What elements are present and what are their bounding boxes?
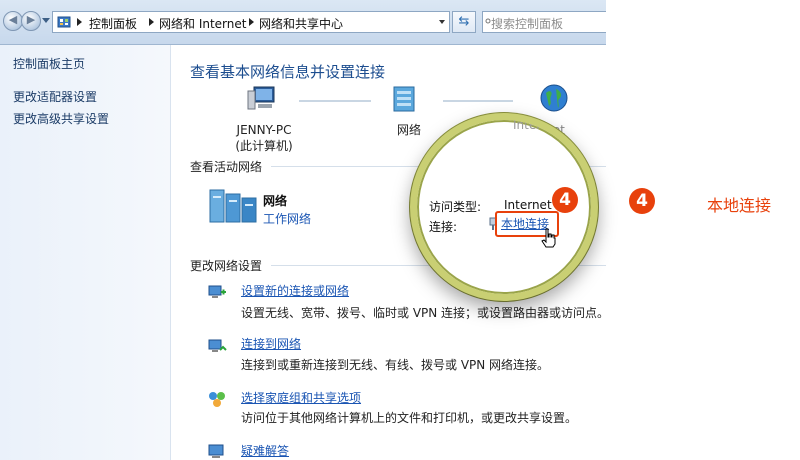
search-placeholder: 搜索控制面板 bbox=[491, 17, 564, 31]
forward-button[interactable]: ▶ bbox=[21, 11, 41, 31]
task-homegroup-link[interactable]: 选择家庭组和共享选项 bbox=[241, 389, 361, 406]
step-badge-magnifier: 4 bbox=[552, 187, 578, 213]
map-connector-line bbox=[443, 100, 513, 102]
breadcrumb-network-internet[interactable]: 网络和 Internet bbox=[159, 15, 246, 32]
back-button[interactable]: ◀ bbox=[3, 11, 23, 31]
active-network-icon bbox=[209, 189, 257, 223]
computer-name: JENNY-PC bbox=[236, 123, 292, 137]
internet-partial-label: Internet bbox=[513, 120, 561, 132]
network-type-link[interactable]: 工作网络 bbox=[263, 210, 311, 227]
control-panel-home-link[interactable]: 控制面板主页 bbox=[13, 55, 85, 72]
map-connector-line bbox=[299, 100, 371, 102]
computer-icon bbox=[247, 86, 275, 110]
refresh-icon: ⇆ bbox=[458, 14, 470, 29]
access-type-label: 访问类型: bbox=[429, 200, 482, 214]
hand-cursor-icon bbox=[541, 228, 556, 248]
new-connection-icon bbox=[208, 285, 226, 298]
computer-subtitle: (此计算机) bbox=[235, 139, 293, 153]
computer-label: JENNY-PC (此计算机) bbox=[231, 122, 297, 154]
task-troubleshoot-link[interactable]: 疑难解答 bbox=[241, 442, 289, 459]
back-arrow-icon: ◀ bbox=[8, 13, 18, 26]
internet-globe-icon[interactable] bbox=[539, 83, 569, 113]
forward-arrow-icon: ▶ bbox=[26, 13, 36, 26]
history-dropdown-icon[interactable] bbox=[42, 18, 50, 23]
page-title: 查看基本网络信息并设置连接 bbox=[190, 63, 386, 81]
control-panel-icon bbox=[57, 16, 71, 28]
task-homegroup-desc: 访问位于其他网络计算机上的文件和打印机，或更改共享设置。 bbox=[241, 411, 578, 425]
change-adapter-settings-link[interactable]: 更改适配器设置 bbox=[13, 88, 97, 105]
task-connect-network-link[interactable]: 连接到网络 bbox=[241, 335, 301, 352]
change-sharing-settings-link[interactable]: 更改高级共享设置 bbox=[13, 110, 109, 127]
change-settings-header: 更改网络设置 bbox=[190, 259, 263, 273]
access-type-value: Internet bbox=[504, 198, 552, 212]
network-map-icon[interactable] bbox=[391, 85, 417, 113]
search-input[interactable]: 搜索控制面板 bbox=[482, 11, 606, 33]
breadcrumb-separator-icon[interactable] bbox=[249, 18, 254, 26]
task-setup-connection-desc: 设置无线、宽带、拨号、临时或 VPN 连接；或设置路由器或访问点。 bbox=[241, 306, 606, 320]
breadcrumb-control-panel[interactable]: 控制面板 bbox=[89, 15, 137, 32]
step-badge: 4 bbox=[629, 188, 655, 214]
address-dropdown-icon[interactable] bbox=[439, 20, 445, 24]
homegroup-icon bbox=[209, 392, 225, 407]
refresh-button[interactable]: ⇆ bbox=[452, 11, 476, 33]
active-networks-header: 查看活动网络 bbox=[190, 160, 263, 174]
address-toolbar: ◀ ▶ 控制面板 网络和 Internet 网络和共享中心 ⇆ 搜索控制面板 bbox=[0, 0, 606, 45]
address-field[interactable]: 控制面板 网络和 Internet 网络和共享中心 bbox=[52, 11, 450, 33]
active-network-name: 网络 bbox=[263, 194, 288, 208]
troubleshoot-icon bbox=[208, 444, 224, 458]
magnifier-lens: 访问类型: Internet 连接: Internet 本地连接 4 bbox=[410, 113, 598, 301]
step-callout-text: 本地连接 bbox=[707, 196, 772, 215]
task-connect-network-desc: 连接到或重新连接到无线、有线、拨号或 VPN 网络连接。 bbox=[241, 358, 550, 372]
left-task-pane: 控制面板主页 更改适配器设置 更改高级共享设置 bbox=[0, 45, 171, 460]
task-setup-connection-link[interactable]: 设置新的连接或网络 bbox=[241, 282, 349, 299]
connect-network-icon bbox=[208, 339, 227, 352]
breadcrumb-sharing-center[interactable]: 网络和共享中心 bbox=[259, 15, 343, 32]
connection-label: 连接: bbox=[429, 220, 458, 234]
network-map-label: 网络 bbox=[396, 123, 421, 137]
breadcrumb-separator-icon[interactable] bbox=[149, 18, 154, 26]
breadcrumb-separator-icon[interactable] bbox=[77, 18, 82, 26]
